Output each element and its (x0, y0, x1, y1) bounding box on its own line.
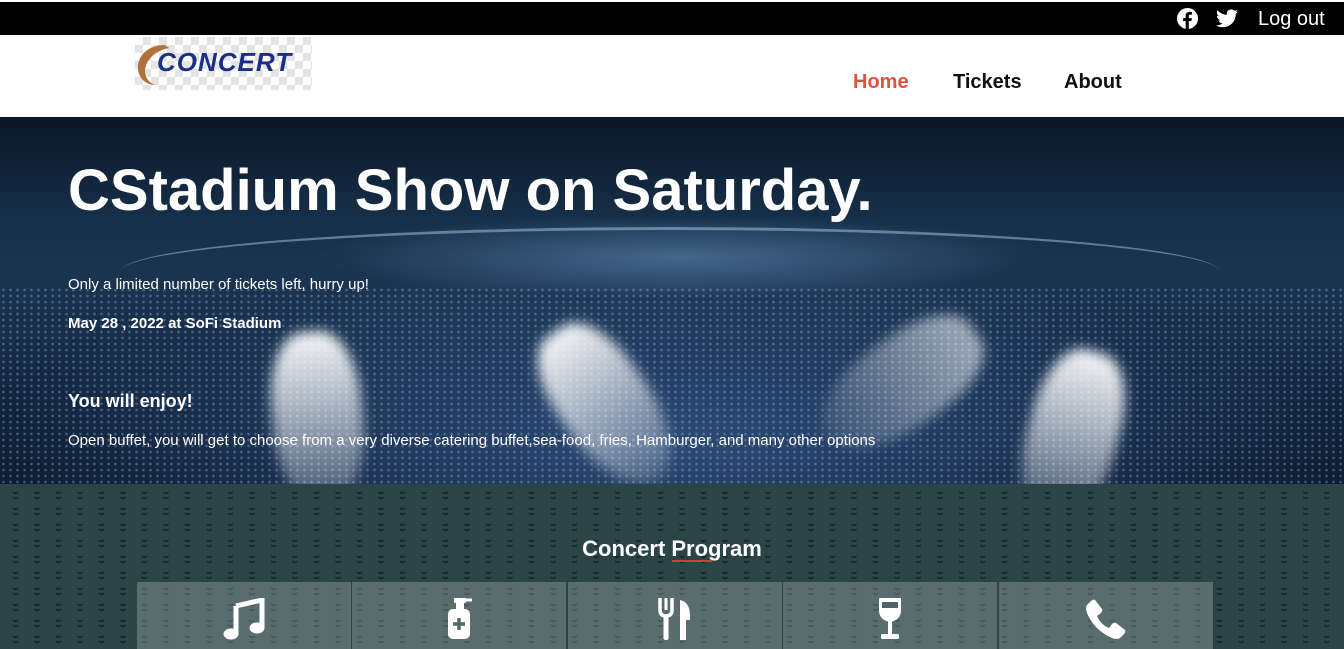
program-card-music[interactable] (137, 582, 351, 649)
hero-banner: CStadium Show on Saturday. Only a limite… (0, 117, 1344, 484)
program-card-drinks[interactable] (783, 582, 998, 649)
nav-tickets[interactable]: Tickets (953, 71, 1022, 94)
twitter-icon[interactable] (1216, 9, 1238, 28)
concert-program-section: Concert Program (0, 484, 1344, 649)
program-card-contact[interactable] (998, 582, 1213, 649)
program-card-sanitizer[interactable] (352, 582, 567, 649)
nav-about[interactable]: About (1064, 71, 1122, 94)
event-date-venue: May 28 , 2022 at SoFi Stadium (68, 315, 282, 332)
facebook-icon[interactable] (1177, 8, 1198, 29)
phone-icon (1085, 599, 1125, 639)
hero-subtitle: Only a limited number of tickets left, h… (68, 276, 369, 293)
enjoy-heading: You will enjoy! (68, 391, 193, 411)
enjoy-description: Open buffet, you will get to choose from… (68, 432, 876, 449)
hero-content: CStadium Show on Saturday. Only a limite… (0, 117, 1344, 484)
logout-link[interactable]: Log out (1258, 8, 1325, 31)
wine-glass-icon (879, 598, 902, 639)
concert-logo[interactable]: CONCERT (135, 37, 312, 90)
music-icon (223, 598, 265, 640)
top-bar: Log out (0, 2, 1344, 35)
program-card-food[interactable] (567, 582, 782, 649)
site-header: CONCERT Home Tickets About (0, 35, 1344, 117)
logo-text: CONCERT (157, 47, 293, 77)
hand-sanitizer-icon (448, 598, 473, 639)
utensils-icon (658, 598, 690, 640)
program-cards (137, 582, 1214, 649)
nav-home[interactable]: Home (853, 71, 909, 94)
title-underline (672, 560, 712, 562)
hero-title: CStadium Show on Saturday. (68, 158, 873, 223)
program-title: Concert Program (582, 536, 762, 561)
